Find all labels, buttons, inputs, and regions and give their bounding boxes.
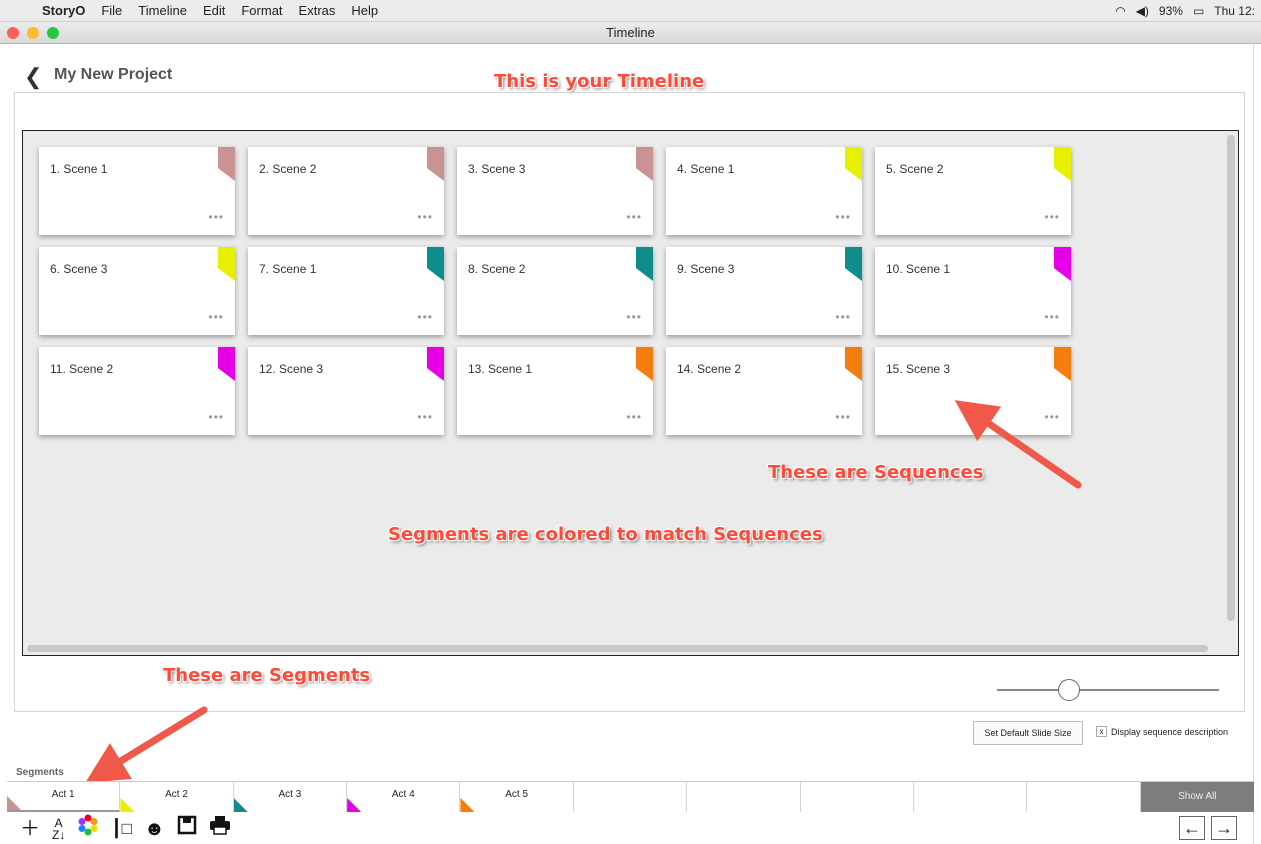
print-icon[interactable] xyxy=(209,815,231,843)
volume-icon[interactable]: ◀) xyxy=(1136,4,1149,18)
segments-label: Segments xyxy=(16,767,64,778)
segment-tab[interactable] xyxy=(573,782,688,812)
menu-extras[interactable]: Extras xyxy=(291,3,344,18)
display-description-option: x Display sequence description xyxy=(1096,726,1228,737)
minimize-window-icon[interactable] xyxy=(27,27,39,39)
hierarchy-icon[interactable]: ┃□ xyxy=(111,815,132,843)
segment-label: Act 4 xyxy=(391,789,415,800)
arrow-to-segments xyxy=(85,706,208,783)
clock[interactable]: Thu 12: xyxy=(1214,4,1255,18)
plus-icon[interactable]: ＋ xyxy=(20,815,40,843)
segment-tab[interactable]: Act 1 xyxy=(7,782,121,812)
window-titlebar: Timeline xyxy=(0,22,1261,44)
segment-tab[interactable] xyxy=(687,782,801,812)
person-icon[interactable]: ☻ xyxy=(144,815,165,843)
segment-tab[interactable]: Act 3 xyxy=(233,782,348,812)
segment-tab[interactable] xyxy=(1027,782,1141,812)
color-wheel-icon[interactable] xyxy=(77,814,99,844)
zoom-window-icon[interactable] xyxy=(47,27,59,39)
segment-tab[interactable]: Act 5 xyxy=(460,782,574,812)
zoom-slider-track[interactable] xyxy=(997,689,1219,691)
status-icons: ◠ ◀) 93% ▭ Thu 12: xyxy=(1115,0,1255,22)
segment-tab[interactable] xyxy=(913,782,1028,812)
bottom-toolbar: ＋ A Z↓ ┃□ ☻ xyxy=(20,814,231,844)
segment-label: Act 3 xyxy=(278,789,302,800)
menu-timeline[interactable]: Timeline xyxy=(130,3,195,18)
next-arrow-icon[interactable]: → xyxy=(1211,816,1237,840)
segment-tab[interactable]: Act 2 xyxy=(120,782,234,812)
zoom-slider-knob[interactable] xyxy=(1058,679,1080,701)
app-menu[interactable]: StoryO xyxy=(34,3,93,18)
segment-color-tag xyxy=(347,798,362,812)
close-window-icon[interactable] xyxy=(7,27,19,39)
menu-file[interactable]: File xyxy=(93,3,130,18)
battery-percent: 93% xyxy=(1158,4,1183,18)
menu-format[interactable]: Format xyxy=(233,3,290,18)
segment-tab[interactable] xyxy=(800,782,914,812)
window-title: Timeline xyxy=(606,25,655,40)
arrow-to-sequences xyxy=(954,400,1082,489)
set-default-slide-size-button[interactable]: Set Default Slide Size xyxy=(973,721,1083,745)
main-window: ❮ My New Project This is your Timeline 1… xyxy=(0,44,1254,844)
display-description-label: Display sequence description xyxy=(1111,726,1229,737)
segment-tab[interactable]: Act 4 xyxy=(347,782,461,812)
wifi-icon[interactable]: ◠ xyxy=(1115,4,1125,18)
segment-color-tag xyxy=(460,798,475,812)
sort-az-icon[interactable]: A Z↓ xyxy=(52,817,65,841)
segment-label: Act 2 xyxy=(165,789,188,800)
page-navigation: ← → xyxy=(1179,816,1237,840)
show-all-button[interactable]: Show All xyxy=(1140,782,1254,812)
menu-bar: StoryO File Timeline Edit Format Extras … xyxy=(0,0,1261,22)
segments-bar: Act 1 Act 2 Act 3 Act 4 Act 5 Show All xyxy=(7,781,1254,812)
display-description-checkbox[interactable]: x xyxy=(1096,726,1107,737)
save-icon[interactable] xyxy=(177,815,197,843)
segment-color-tag xyxy=(120,798,135,812)
battery-icon[interactable]: ▭ xyxy=(1193,4,1204,18)
segment-color-tag xyxy=(233,798,248,812)
window-controls xyxy=(7,27,59,39)
show-all-label: Show All xyxy=(1178,791,1217,802)
menu-edit[interactable]: Edit xyxy=(195,3,233,18)
segment-label: Act 5 xyxy=(505,789,529,800)
prev-arrow-icon[interactable]: ← xyxy=(1179,816,1205,840)
segment-label: Act 1 xyxy=(51,789,75,800)
menu-help[interactable]: Help xyxy=(343,3,386,18)
